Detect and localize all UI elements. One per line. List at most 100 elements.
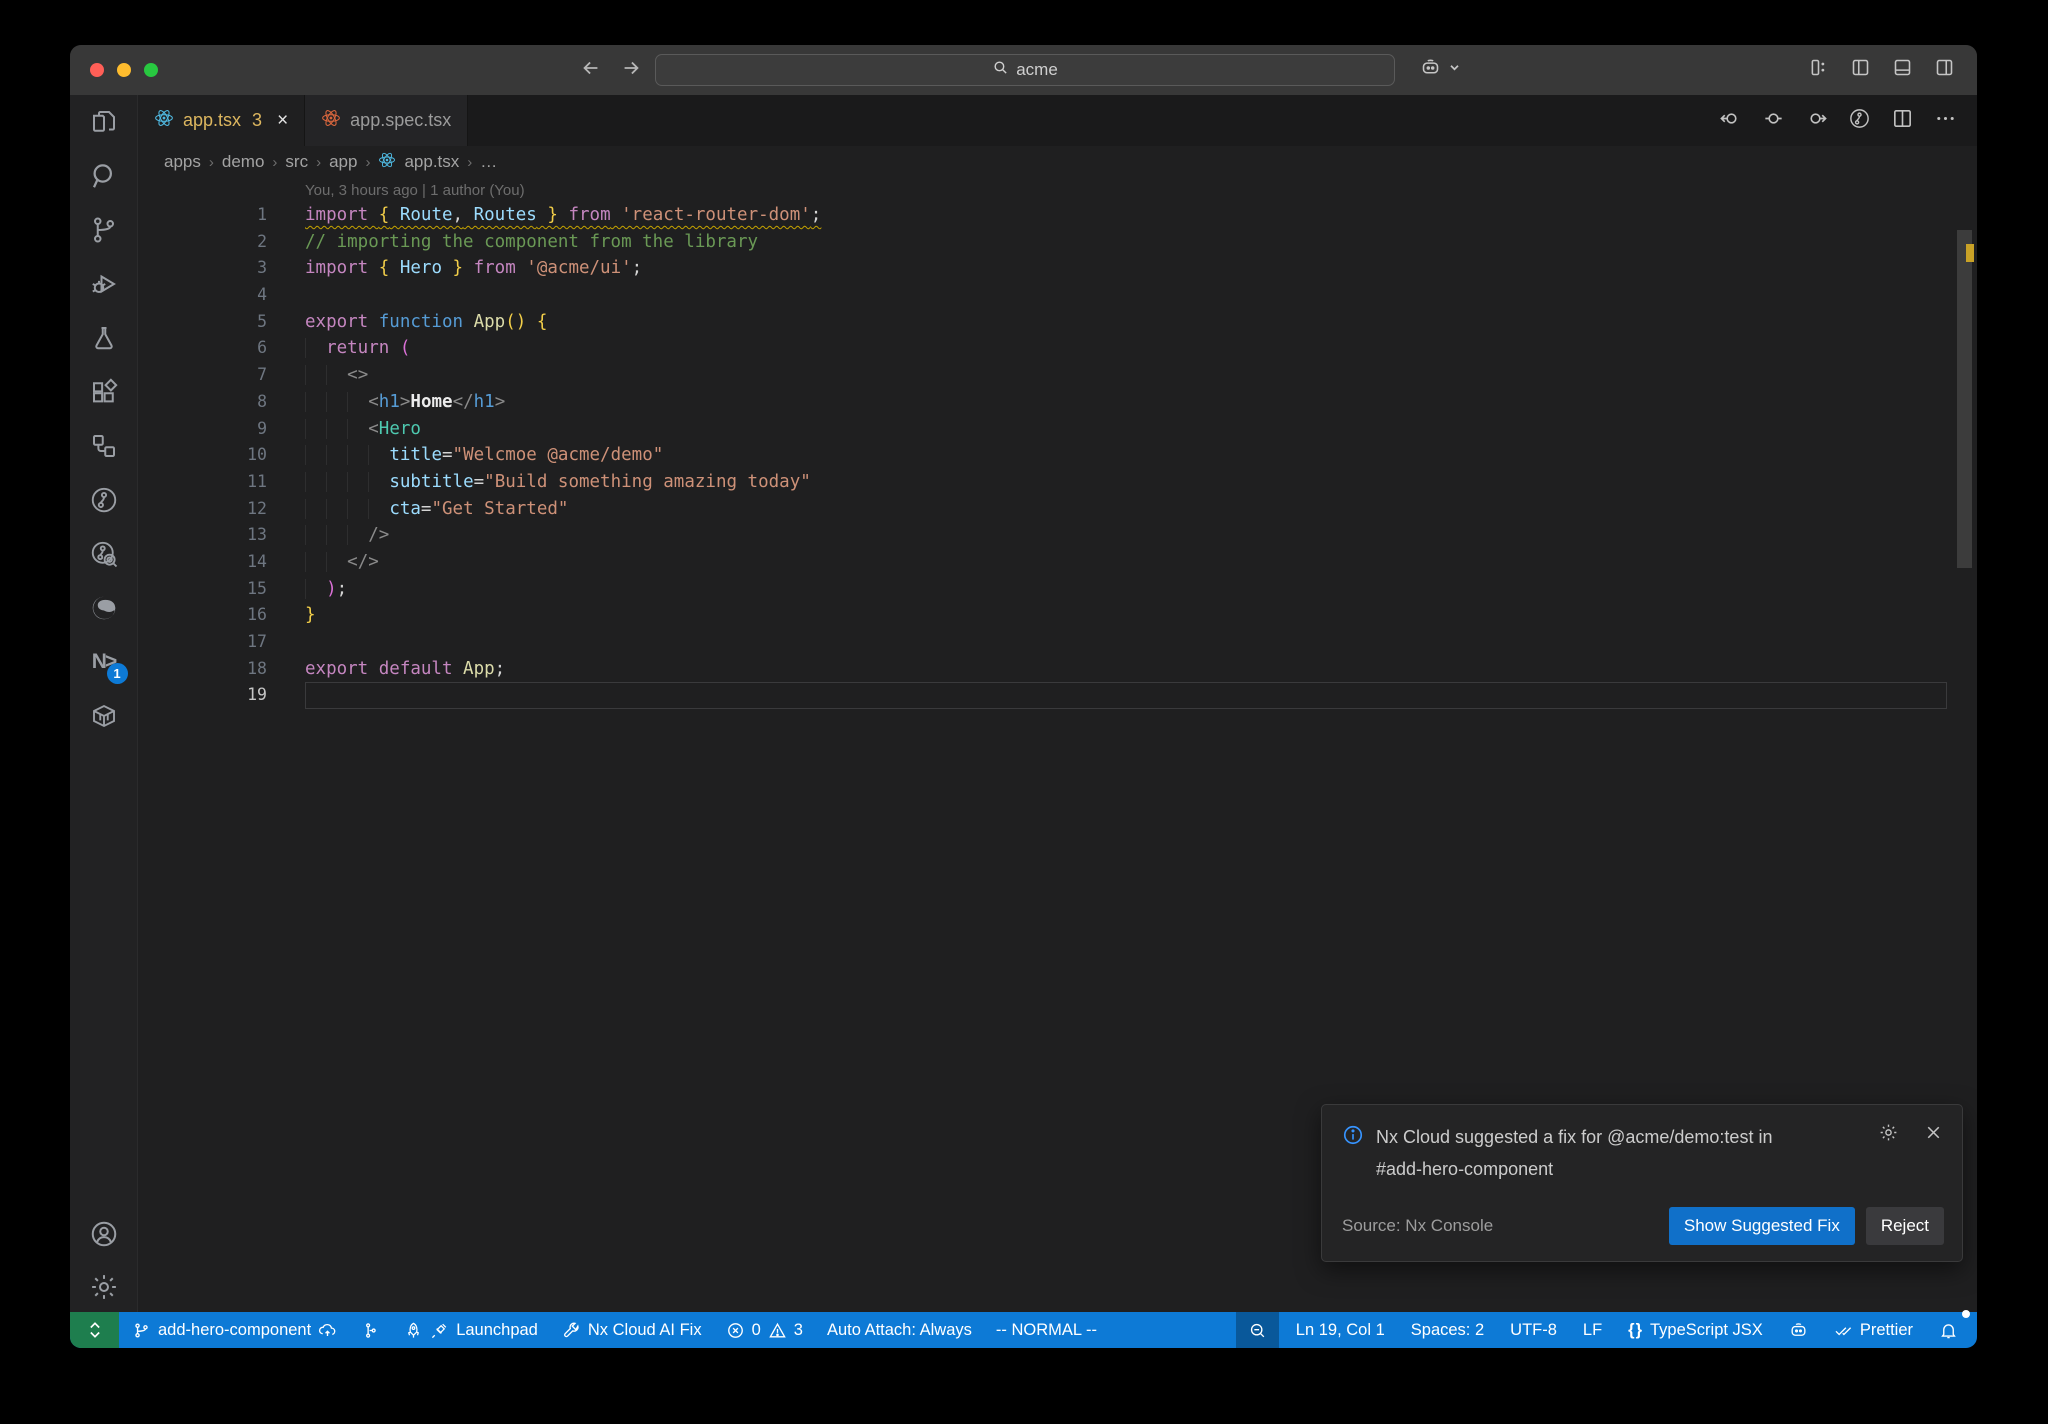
- extensions-icon[interactable]: [87, 375, 121, 409]
- code-line[interactable]: 7 <>: [138, 362, 1977, 389]
- zoom-status-icon[interactable]: [1235, 1312, 1279, 1348]
- copilot-menu[interactable]: [1420, 57, 1465, 83]
- tab-close-icon[interactable]: ×: [277, 110, 288, 132]
- code-line[interactable]: 4: [138, 282, 1977, 309]
- breadcrumb-item[interactable]: apps: [164, 152, 201, 172]
- notifications-bell-icon[interactable]: [1930, 1310, 1970, 1348]
- launchpad-status[interactable]: Launchpad: [395, 1312, 547, 1348]
- cursor-position-status[interactable]: Ln 19, Col 1: [1287, 1312, 1394, 1348]
- next-change-icon[interactable]: [1805, 107, 1828, 135]
- eol-status[interactable]: LF: [1574, 1312, 1611, 1348]
- gitlens-inspect-icon[interactable]: [87, 537, 121, 571]
- breadcrumb-symbol[interactable]: …: [480, 152, 497, 172]
- customize-layout-icon[interactable]: [1808, 57, 1829, 83]
- code-line-content: <Hero: [305, 416, 1977, 443]
- gitlens-status-icon[interactable]: [352, 1312, 389, 1348]
- notification-settings-gear-icon[interactable]: [1878, 1122, 1899, 1185]
- project-graph-icon[interactable]: [87, 429, 121, 463]
- explorer-icon[interactable]: [87, 105, 121, 139]
- copilot-status-icon[interactable]: [1780, 1312, 1817, 1348]
- code-line[interactable]: 13 />: [138, 522, 1977, 549]
- errors-icon: [727, 1322, 743, 1338]
- breadcrumb-item[interactable]: app: [329, 152, 357, 172]
- react-file-icon: [321, 108, 341, 133]
- auto-attach-status[interactable]: Auto Attach: Always: [818, 1312, 981, 1348]
- command-center-search[interactable]: acme: [655, 54, 1395, 86]
- code-line[interactable]: 19: [138, 682, 1977, 710]
- vim-mode-status[interactable]: -- NORMAL --: [987, 1312, 1106, 1348]
- code-line[interactable]: 6 return (: [138, 335, 1977, 362]
- show-suggested-fix-button[interactable]: Show Suggested Fix: [1668, 1207, 1855, 1245]
- account-icon[interactable]: [87, 1217, 121, 1251]
- toggle-primary-sidebar-icon[interactable]: [1850, 57, 1871, 83]
- testing-icon[interactable]: [87, 321, 121, 355]
- breadcrumb-item[interactable]: src: [285, 152, 308, 172]
- code-line[interactable]: 18 export default App;: [138, 656, 1977, 683]
- reject-button[interactable]: Reject: [1865, 1207, 1944, 1245]
- remote-indicator[interactable]: [70, 1312, 119, 1348]
- maximize-window-button[interactable]: [144, 63, 158, 77]
- edge-tools-icon[interactable]: [87, 591, 121, 625]
- code-line-content: }: [305, 605, 316, 626]
- notification-close-icon[interactable]: [1923, 1122, 1944, 1185]
- code-line[interactable]: 1 import { Route, Routes } from 'react-ro…: [138, 202, 1977, 229]
- tab-app-spec-tsx[interactable]: app.spec.tsx: [305, 95, 469, 146]
- code-line-content: [305, 629, 1977, 656]
- search-view-icon[interactable]: [87, 159, 121, 193]
- notification-toast: Nx Cloud suggested a fix for @acme/demo:…: [1321, 1104, 1963, 1262]
- code-line[interactable]: 12 cta="Get Started": [138, 496, 1977, 523]
- navigate-back-icon[interactable]: [580, 57, 602, 84]
- git-branch-status[interactable]: add-hero-component: [123, 1312, 346, 1348]
- prettier-status[interactable]: Prettier: [1825, 1312, 1922, 1348]
- code-line[interactable]: 16}: [138, 602, 1977, 629]
- problems-status[interactable]: 0 3: [717, 1312, 812, 1348]
- code-line[interactable]: 15 );: [138, 576, 1977, 603]
- settings-gear-icon[interactable]: [87, 1270, 121, 1304]
- breadcrumb-file[interactable]: app.tsx: [404, 152, 459, 172]
- line-number: 16: [247, 605, 267, 625]
- nx-console-icon[interactable]: N> 1: [87, 645, 128, 684]
- gitlens-graph-icon[interactable]: [1848, 107, 1871, 135]
- code-line[interactable]: 3 import { Hero } from '@acme/ui';: [138, 255, 1977, 282]
- scrollbar[interactable]: [1957, 230, 1972, 568]
- breadcrumb-item[interactable]: demo: [222, 152, 265, 172]
- code-line[interactable]: 17: [138, 629, 1977, 656]
- line-number: 11: [247, 471, 267, 491]
- line-number: 19: [247, 685, 267, 705]
- current-change-icon[interactable]: [1762, 107, 1785, 135]
- code-line[interactable]: 8 <h1>Home</h1>: [138, 389, 1977, 416]
- toggle-panel-icon[interactable]: [1892, 57, 1913, 83]
- nx-console-badge: 1: [106, 663, 128, 684]
- code-line-content: return (: [305, 335, 1977, 362]
- line-number: 15: [247, 578, 267, 598]
- container-tools-icon[interactable]: [87, 699, 121, 733]
- gitlens-icon[interactable]: [87, 483, 121, 517]
- source-control-icon[interactable]: [87, 213, 121, 247]
- chevron-down-icon: [1444, 57, 1465, 83]
- code-line[interactable]: 2 // importing the component from the lib…: [138, 229, 1977, 256]
- split-editor-icon[interactable]: [1891, 107, 1914, 135]
- minimize-window-button[interactable]: [117, 63, 131, 77]
- code-line-content: export function App() {: [305, 311, 548, 332]
- line-number: 13: [247, 525, 267, 545]
- more-actions-icon[interactable]: [1934, 107, 1957, 135]
- code-line[interactable]: 5 export function App() {: [138, 309, 1977, 336]
- close-window-button[interactable]: [90, 63, 104, 77]
- previous-change-icon[interactable]: [1719, 107, 1742, 135]
- code-line[interactable]: 10 title="Welcmoe @acme/demo": [138, 442, 1977, 469]
- react-file-icon: [378, 151, 396, 174]
- encoding-status[interactable]: UTF-8: [1501, 1312, 1566, 1348]
- tab-app-tsx[interactable]: app.tsx 3 ×: [138, 95, 306, 146]
- code-line[interactable]: 14 </>: [138, 549, 1977, 576]
- toggle-secondary-sidebar-icon[interactable]: [1934, 57, 1955, 83]
- notification-message: Nx Cloud suggested a fix for @acme/demo:…: [1376, 1127, 1773, 1179]
- nx-cloud-ai-fix-status[interactable]: Nx Cloud AI Fix: [553, 1312, 711, 1348]
- code-line-content: // importing the component from the libr…: [305, 231, 759, 252]
- code-line-content: );: [305, 576, 1977, 603]
- run-debug-icon[interactable]: [87, 267, 121, 301]
- navigate-forward-icon[interactable]: [620, 57, 642, 84]
- code-line[interactable]: 11 subtitle="Build something amazing tod…: [138, 469, 1977, 496]
- code-line[interactable]: 9 <Hero: [138, 416, 1977, 443]
- language-mode-status[interactable]: {} TypeScript JSX: [1619, 1312, 1772, 1348]
- indentation-status[interactable]: Spaces: 2: [1402, 1312, 1493, 1348]
